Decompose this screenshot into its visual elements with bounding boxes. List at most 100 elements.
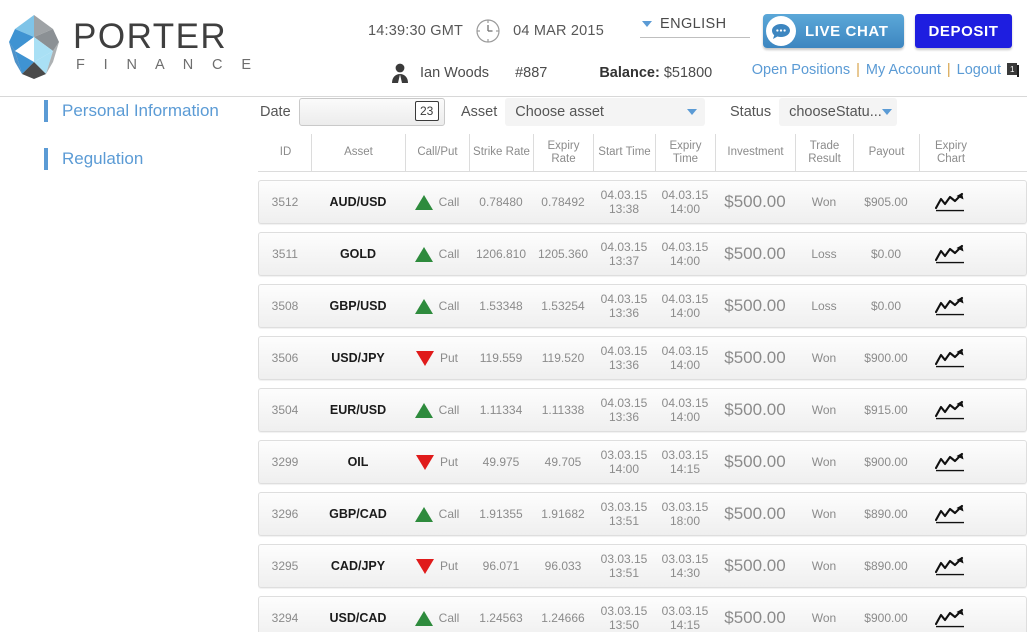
cell-strike-rate: 1206.810	[469, 233, 533, 275]
cell-start-time: 03.03.1514:00	[593, 441, 655, 483]
cell-trade-result: Won	[795, 389, 853, 431]
cell-expiry-time: 04.03.1514:00	[655, 389, 715, 431]
cell-direction-label: Put	[440, 559, 458, 573]
line-chart-icon[interactable]	[919, 441, 981, 483]
language-label: ENGLISH	[660, 16, 726, 32]
column-header-expiry-time[interactable]: Expiry Time	[656, 134, 716, 171]
column-header-expiry-chart[interactable]: Expiry Chart	[920, 134, 982, 171]
brand-subtitle: F I N A N C E	[73, 55, 258, 75]
cell-investment: $500.00	[715, 545, 795, 587]
line-chart-icon[interactable]	[919, 337, 981, 379]
cell-expiry-rate: 119.520	[533, 337, 593, 379]
cell-trade-result: Won	[795, 493, 853, 535]
cell-direction-label: Call	[439, 247, 460, 261]
cell-direction-label: Call	[439, 299, 460, 313]
cell-id: 3511	[259, 233, 311, 275]
live-chat-button[interactable]: LIVE CHAT	[763, 14, 904, 48]
cell-investment: $500.00	[715, 233, 795, 275]
cell-call-put: Call	[405, 389, 469, 431]
cell-start-time: 03.03.1513:51	[593, 545, 655, 587]
cell-payout: $900.00	[853, 597, 919, 632]
cell-start-time: 04.03.1513:36	[593, 285, 655, 327]
cell-expiry-time: 03.03.1514:15	[655, 597, 715, 632]
deposit-button[interactable]: DEPOSIT	[915, 14, 1012, 48]
cell-investment: $500.00	[715, 285, 795, 327]
cell-asset: GBP/CAD	[311, 493, 405, 535]
cell-expiry-rate: 1.53254	[533, 285, 593, 327]
line-chart-icon[interactable]	[919, 285, 981, 327]
calendar-icon[interactable]: 23	[415, 101, 439, 121]
svg-text:1: 1	[1010, 65, 1015, 74]
sidebar-accent-bar	[44, 100, 48, 122]
cell-direction-label: Call	[439, 611, 460, 625]
line-chart-icon[interactable]	[919, 389, 981, 431]
cell-asset: OIL	[311, 441, 405, 483]
language-selector[interactable]: ENGLISH	[640, 16, 750, 38]
cell-call-put: Put	[405, 337, 469, 379]
cell-investment: $500.00	[715, 597, 795, 632]
cell-id: 3506	[259, 337, 311, 379]
header-nav-links: Open Positions | My Account | Logout 1	[752, 62, 1019, 78]
sidebar: Personal Information Regulation	[0, 98, 258, 632]
table-row[interactable]: 3504EUR/USDCall1.113341.1133804.03.1513:…	[258, 388, 1027, 432]
column-header-asset[interactable]: Asset	[312, 134, 406, 171]
clock-icon	[475, 18, 501, 44]
cell-expiry-time: 04.03.1514:00	[655, 181, 715, 223]
table-row[interactable]: 3295CAD/JPYPut96.07196.03303.03.1513:510…	[258, 544, 1027, 588]
sidebar-item-personal-information[interactable]: Personal Information	[0, 98, 258, 124]
table-row[interactable]: 3294USD/CADCall1.245631.2466603.03.1513:…	[258, 596, 1027, 632]
asset-filter: Asset Choose asset	[461, 98, 705, 126]
cell-investment: $500.00	[715, 493, 795, 535]
table-row[interactable]: 3512AUD/USDCall0.784800.7849204.03.1513:…	[258, 180, 1027, 224]
table-row[interactable]: 3508GBP/USDCall1.533481.5325404.03.1513:…	[258, 284, 1027, 328]
cell-payout: $890.00	[853, 545, 919, 587]
cell-expiry-rate: 1.24666	[533, 597, 593, 632]
cell-investment: $500.00	[715, 389, 795, 431]
column-header-expiry-rate[interactable]: Expiry Rate	[534, 134, 594, 171]
column-header-strike-rate[interactable]: Strike Rate	[470, 134, 534, 171]
table-row[interactable]: 3299OILPut49.97549.70503.03.1514:0003.03…	[258, 440, 1027, 484]
column-header-trade-result[interactable]: Trade Result	[796, 134, 854, 171]
date-input[interactable]: 23	[299, 98, 445, 126]
cell-expiry-time: 03.03.1518:00	[655, 493, 715, 535]
sidebar-item-regulation[interactable]: Regulation	[0, 146, 258, 172]
cell-call-put: Call	[405, 233, 469, 275]
cell-strike-rate: 1.24563	[469, 597, 533, 632]
cell-id: 3295	[259, 545, 311, 587]
status-select[interactable]: chooseStatu...	[779, 98, 897, 126]
column-header-start-time[interactable]: Start Time	[594, 134, 656, 171]
line-chart-icon[interactable]	[919, 597, 981, 632]
cell-expiry-rate: 49.705	[533, 441, 593, 483]
column-header-investment[interactable]: Investment	[716, 134, 796, 171]
sidebar-item-label: Personal Information	[62, 101, 219, 121]
cell-investment: $500.00	[715, 337, 795, 379]
account-balance: Balance: $51800	[599, 65, 712, 81]
line-chart-icon[interactable]	[919, 545, 981, 587]
column-header-id[interactable]: ID	[260, 134, 312, 171]
my-account-link[interactable]: My Account	[866, 62, 941, 78]
table-row[interactable]: 3296GBP/CADCall1.913551.9168203.03.1513:…	[258, 492, 1027, 536]
nav-separator-2: |	[947, 62, 951, 78]
table-row[interactable]: 3506USD/JPYPut119.559119.52004.03.1513:3…	[258, 336, 1027, 380]
triangle-up-call-icon	[415, 507, 433, 522]
triangle-up-call-icon	[415, 247, 433, 262]
logout-door-icon[interactable]: 1	[1007, 63, 1019, 77]
cell-asset: AUD/USD	[311, 181, 405, 223]
line-chart-icon[interactable]	[919, 233, 981, 275]
server-clock: 14:39:30 GMT 04 MAR 2015	[368, 18, 604, 44]
line-chart-icon[interactable]	[919, 181, 981, 223]
cell-expiry-rate: 1205.360	[533, 233, 593, 275]
line-chart-icon[interactable]	[919, 493, 981, 535]
cell-call-put: Call	[405, 597, 469, 632]
column-header-payout[interactable]: Payout	[854, 134, 920, 171]
logout-link[interactable]: Logout	[957, 62, 1001, 78]
table-row[interactable]: 3511GOLDCall1206.8101205.36004.03.1513:3…	[258, 232, 1027, 276]
open-positions-link[interactable]: Open Positions	[752, 62, 850, 78]
column-header-callput[interactable]: Call/Put	[406, 134, 470, 171]
asset-select[interactable]: Choose asset	[505, 98, 705, 126]
cell-call-put: Call	[405, 493, 469, 535]
filter-bar: Date 23 Asset Choose asset Status choose…	[258, 98, 1027, 134]
sidebar-item-label: Regulation	[62, 149, 143, 169]
brand-logo[interactable]: PORTER F I N A N C E	[8, 14, 258, 80]
brand-name: PORTER	[73, 19, 258, 55]
